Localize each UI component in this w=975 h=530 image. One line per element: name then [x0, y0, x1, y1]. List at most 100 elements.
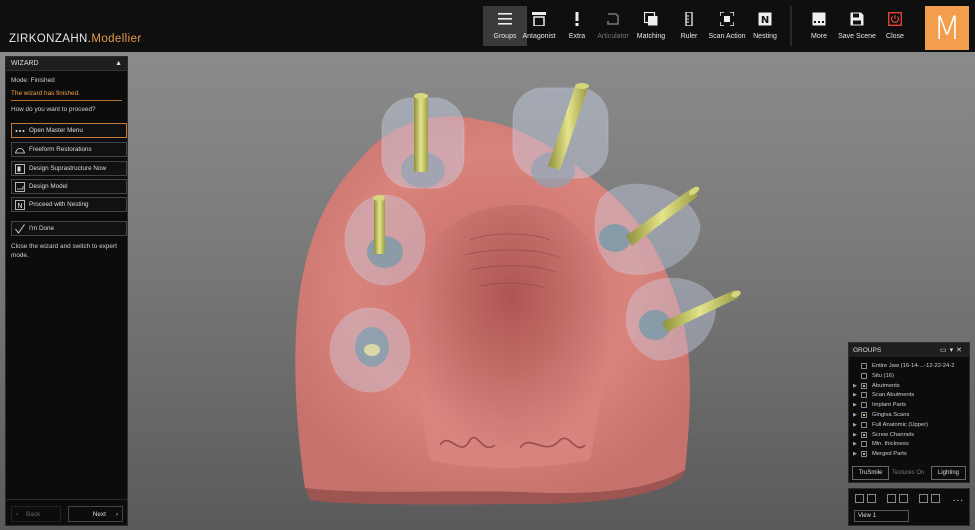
- view-layout-icon[interactable]: [899, 494, 908, 503]
- expand-arrow-icon[interactable]: ▶: [853, 412, 861, 418]
- group-item[interactable]: ▶ Scan Abutments: [853, 390, 914, 400]
- visibility-checkbox[interactable]: [861, 382, 867, 389]
- group-item-label: Abutments: [872, 382, 900, 389]
- articulator-label: Articulator: [597, 33, 629, 40]
- proceed-with-nesting-button[interactable]: N Proceed with Nesting: [11, 197, 127, 212]
- textures-label: Textures On: [892, 470, 925, 476]
- view-name-value: View 1: [858, 513, 876, 519]
- open-master-menu-label: Open Master Menu: [29, 127, 83, 134]
- top-toolbar: ZIRKONZAHN.Modellier Groups Antagonist E…: [0, 0, 975, 52]
- group-item[interactable]: ▶ Gingiva Scans: [853, 410, 909, 420]
- open-master-menu-button[interactable]: Open Master Menu: [11, 123, 127, 138]
- next-label: Next: [92, 510, 106, 518]
- brand-name: ZIRKONZAHN.: [9, 33, 92, 45]
- design-model-button[interactable]: Design Model: [11, 179, 127, 194]
- matching-icon: [643, 11, 659, 27]
- proceed-with-nesting-label: Proceed with Nesting: [29, 201, 89, 208]
- trusmile-button[interactable]: TruSmile: [852, 466, 889, 480]
- design-model-label: Design Model: [29, 183, 68, 190]
- nesting-button[interactable]: N Nesting: [743, 6, 787, 46]
- view-layout-icon[interactable]: [867, 494, 876, 503]
- save-icon: [849, 11, 865, 27]
- view-layout-icon[interactable]: [887, 494, 896, 503]
- ruler-label: Ruler: [680, 33, 698, 40]
- more-views-icon[interactable]: ...: [953, 493, 964, 504]
- wizard-question: How do you want to proceed?: [11, 106, 96, 113]
- lighting-label: Lighting: [937, 470, 960, 476]
- dots-icon: [15, 126, 25, 136]
- implant-right-lower: [625, 277, 741, 361]
- scan-action-label: Scan Action: [708, 33, 746, 40]
- group-item[interactable]: ▶ Abutments: [853, 381, 900, 391]
- palate: [416, 205, 607, 468]
- implant-left-lower: [329, 307, 411, 393]
- group-item-label: Entire Jaw (16-14-...-12-22-24-2: [872, 363, 955, 369]
- wizard-title: WIZARD: [11, 60, 39, 67]
- visibility-checkbox[interactable]: [861, 412, 867, 418]
- visibility-checkbox[interactable]: [861, 372, 867, 379]
- next-button[interactable]: Next ›: [68, 506, 123, 522]
- view-layout-icon[interactable]: [855, 494, 864, 503]
- antagonist-label: Antagonist: [522, 33, 556, 40]
- visibility-checkbox[interactable]: [861, 421, 867, 428]
- view-layout-icon[interactable]: [931, 494, 940, 503]
- expand-arrow-icon[interactable]: ▶: [853, 383, 861, 389]
- expand-arrow-icon[interactable]: ▶: [853, 441, 861, 447]
- chevron-left-icon: ‹: [16, 510, 19, 518]
- close-power-icon: [887, 11, 903, 27]
- expand-arrow-icon[interactable]: ▶: [853, 432, 861, 438]
- group-item-label: Scan Abutments: [872, 392, 915, 399]
- app-brand: ZIRKONZAHN.Modellier: [9, 33, 142, 45]
- freeform-restorations-button[interactable]: Freeform Restorations: [11, 142, 127, 157]
- group-item-label: Min. thickness: [872, 441, 909, 448]
- expand-arrow-icon[interactable]: ▶: [853, 422, 861, 428]
- back-button[interactable]: ‹ Back: [11, 506, 61, 522]
- design-suprastructure-label: Design Suprastructure Now: [29, 165, 106, 172]
- expand-arrow-icon[interactable]: ▶: [853, 392, 861, 398]
- group-item[interactable]: Entire Jaw (16-14-...-12-22-24-2: [853, 361, 954, 371]
- close-icon[interactable]: ✕: [956, 347, 965, 354]
- wizard-panel: WIZARD ▲ Mode: Finished The wizard has f…: [5, 56, 128, 526]
- expand-arrow-icon[interactable]: ▶: [853, 451, 861, 457]
- visibility-checkbox[interactable]: [861, 451, 867, 458]
- wizard-footer: ‹ Back Next ›: [6, 499, 127, 525]
- group-item[interactable]: Situ (16): [853, 371, 894, 381]
- visibility-checkbox[interactable]: [861, 402, 867, 409]
- group-item[interactable]: ▶ Screw Channels: [853, 430, 914, 440]
- im-done-button[interactable]: I'm Done: [11, 221, 127, 236]
- groups-title: GROUPS: [853, 347, 882, 354]
- design-suprastructure-button[interactable]: Design Suprastructure Now: [11, 161, 127, 176]
- visibility-checkbox[interactable]: [861, 363, 867, 369]
- wizard-header[interactable]: WIZARD ▲: [6, 57, 127, 71]
- visibility-checkbox[interactable]: [861, 431, 867, 438]
- group-item[interactable]: ▶ Full Anatomic (Upper): [853, 420, 928, 430]
- group-item-label: Merged Parts: [872, 451, 907, 458]
- restore-icon[interactable]: ▭: [940, 347, 950, 354]
- done-hint: Close the wizard and switch to expert mo…: [11, 243, 117, 259]
- implant-left-middle: [344, 194, 426, 286]
- visibility-checkbox[interactable]: [861, 392, 867, 399]
- group-item-label: Implant Parts: [872, 402, 907, 409]
- close-label: Close: [886, 33, 904, 40]
- close-button[interactable]: Close: [873, 6, 917, 46]
- groups-header: GROUPS ▭▾✕: [849, 343, 969, 357]
- nesting-letter-icon: N: [15, 199, 25, 210]
- visibility-checkbox[interactable]: [861, 441, 867, 448]
- textures-toggle[interactable]: Textures On: [892, 466, 924, 480]
- extra-label: Extra: [568, 33, 586, 40]
- view-layout-icon[interactable]: [919, 494, 928, 503]
- collapse-caret-icon[interactable]: ▲: [115, 60, 122, 67]
- scan-action-icon: [719, 11, 735, 27]
- app-logo: M: [925, 6, 969, 50]
- group-item[interactable]: ▶ Min. thickness: [853, 439, 909, 449]
- group-item[interactable]: ▶ Merged Parts: [853, 449, 907, 459]
- group-item-label: Screw Channels: [872, 431, 915, 438]
- expand-arrow-icon[interactable]: ▶: [853, 402, 861, 408]
- group-item[interactable]: ▶ Implant Parts: [853, 400, 906, 410]
- groups-label: Groups: [493, 33, 517, 40]
- ruler-icon: [681, 11, 697, 27]
- matching-label: Matching: [636, 33, 666, 40]
- view-name-input[interactable]: View 1: [854, 510, 909, 522]
- wizard-mode: Mode: Finished: [11, 77, 55, 84]
- lighting-button[interactable]: Lighting: [931, 466, 966, 480]
